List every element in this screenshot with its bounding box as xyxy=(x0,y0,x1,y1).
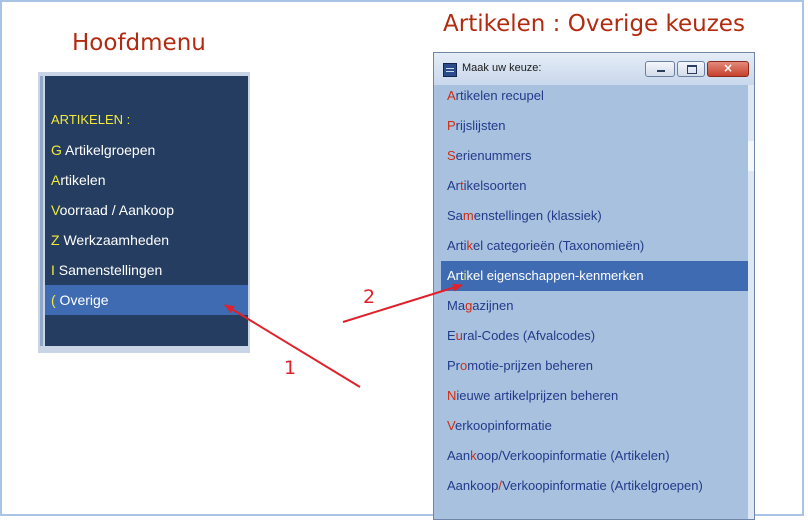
main-menu-edge xyxy=(40,76,43,346)
option-item[interactable]: Artikelen recupel xyxy=(441,81,748,111)
option-item[interactable]: Magazijnen xyxy=(441,291,748,321)
option-hotkey: u xyxy=(455,328,463,343)
minimize-icon xyxy=(657,70,665,72)
option-item[interactable]: Eural-Codes (Afvalcodes) xyxy=(441,321,748,351)
option-hotkey: N xyxy=(447,388,457,403)
option-hotkey: A xyxy=(447,88,456,103)
menu-item-label: Samenstellingen xyxy=(54,262,163,278)
option-label-part: rijslijsten xyxy=(455,118,506,133)
menu-item-label: Overige xyxy=(55,292,109,308)
option-item[interactable]: Verkoopinformatie xyxy=(441,411,748,441)
main-menu-item[interactable]: ( Overige xyxy=(45,285,248,315)
menu-item-label: oorraad / Aankoop xyxy=(59,202,174,218)
menu-hotkey: Z xyxy=(51,232,60,248)
option-label-part: rtikelen recupel xyxy=(455,88,544,103)
title-hoofdmenu: Hoofdmenu xyxy=(72,30,206,56)
scrollbar-thumb[interactable] xyxy=(748,141,754,171)
option-item[interactable]: Artikel categorieën (Taxonomieën) xyxy=(441,231,748,261)
option-item[interactable]: Artikel eigenschappen-kenmerken xyxy=(441,261,748,291)
option-label-part: Arti xyxy=(447,238,467,253)
menu-item-label: Werkzaamheden xyxy=(59,232,170,248)
close-icon: × xyxy=(722,61,734,75)
option-label-part: Verkoopinformatie (Artikelgroepen) xyxy=(501,478,703,493)
option-label-part: Ar xyxy=(447,178,460,193)
option-label-part: enstellingen (klassiek) xyxy=(473,208,602,223)
option-label-part: Ma xyxy=(447,298,466,313)
option-label-part: motie-prijzen beheren xyxy=(467,358,593,373)
option-label-part: Aan xyxy=(447,448,471,463)
option-label-part: Aankoop xyxy=(447,478,499,493)
option-label-part: E xyxy=(447,328,456,343)
menu-hotkey: V xyxy=(51,202,60,218)
option-item[interactable]: Samenstellingen (klassiek) xyxy=(441,201,748,231)
main-menu-item[interactable]: G Artikelgroepen xyxy=(45,135,248,165)
window-menu-icon[interactable] xyxy=(443,63,457,77)
option-label-part: el categorieën (Taxonomieën) xyxy=(473,238,645,253)
window-title: Maak uw keuze: xyxy=(462,62,542,74)
option-hotkey: V xyxy=(447,418,455,433)
main-menu-heading: ARTIKELEN : xyxy=(51,112,131,127)
option-label-part: azijnen xyxy=(472,298,514,313)
menu-hotkey: A xyxy=(51,172,61,188)
option-item[interactable]: Prijslijsten xyxy=(441,111,748,141)
annotation-label-2: 2 xyxy=(363,286,376,308)
option-hotkey: P xyxy=(447,118,456,133)
option-item[interactable]: Nieuwe artikelprijzen beheren xyxy=(441,381,748,411)
option-item[interactable]: Artikelsoorten xyxy=(441,171,748,201)
option-hotkey: m xyxy=(462,208,474,223)
option-label-part: Sa xyxy=(447,208,463,223)
option-label-part: Art xyxy=(447,268,464,283)
option-label-part: erienummers xyxy=(455,148,532,163)
option-label-part: Pr xyxy=(447,358,460,373)
close-button[interactable]: × xyxy=(707,61,749,77)
title-overige-keuzes: Artikelen : Overige keuzes xyxy=(443,11,745,37)
annotation-label-1: 1 xyxy=(284,357,297,379)
options-window: Maak uw keuze: × Artikelen recupel Prijsl… xyxy=(433,52,755,520)
option-label-part: ikelsoorten xyxy=(463,178,527,193)
menu-hotkey: G xyxy=(51,142,62,158)
main-menu-item[interactable]: Artikelen xyxy=(45,165,248,195)
option-item[interactable]: Aankoop/Verkoopinformatie (Artikelen) xyxy=(441,441,748,471)
minimize-button[interactable] xyxy=(645,61,675,77)
main-menu: ARTIKELEN : G Artikelgroepen Artikelen Voo… xyxy=(40,76,248,346)
option-label-part: kel eigenschappen-kenmerken xyxy=(466,268,644,283)
option-item[interactable]: Aankoop/Verkoopinformatie (Artikelgroepe… xyxy=(441,471,748,501)
main-menu-item[interactable]: Z Werkzaamheden xyxy=(45,225,248,255)
option-label-part: erkoopinformatie xyxy=(454,418,552,433)
option-label-part: ral-Codes (Afvalcodes) xyxy=(462,328,596,343)
option-item[interactable]: Promotie-prijzen beheren xyxy=(441,351,748,381)
option-label-part: oop/Verkoopinformatie (Artikelen) xyxy=(476,448,670,463)
maximize-icon xyxy=(687,65,697,74)
main-menu-item[interactable]: Voorraad / Aankoop xyxy=(45,195,248,225)
option-hotkey: S xyxy=(447,148,456,163)
main-menu-item[interactable]: I Samenstellingen xyxy=(45,255,248,285)
maximize-button[interactable] xyxy=(677,61,705,77)
option-label-part: ieuwe artikelprijzen beheren xyxy=(456,388,619,403)
option-item[interactable]: Serienummers xyxy=(441,141,748,171)
menu-item-label: Artikelgroepen xyxy=(61,142,156,158)
menu-item-label: rtikelen xyxy=(60,172,106,188)
